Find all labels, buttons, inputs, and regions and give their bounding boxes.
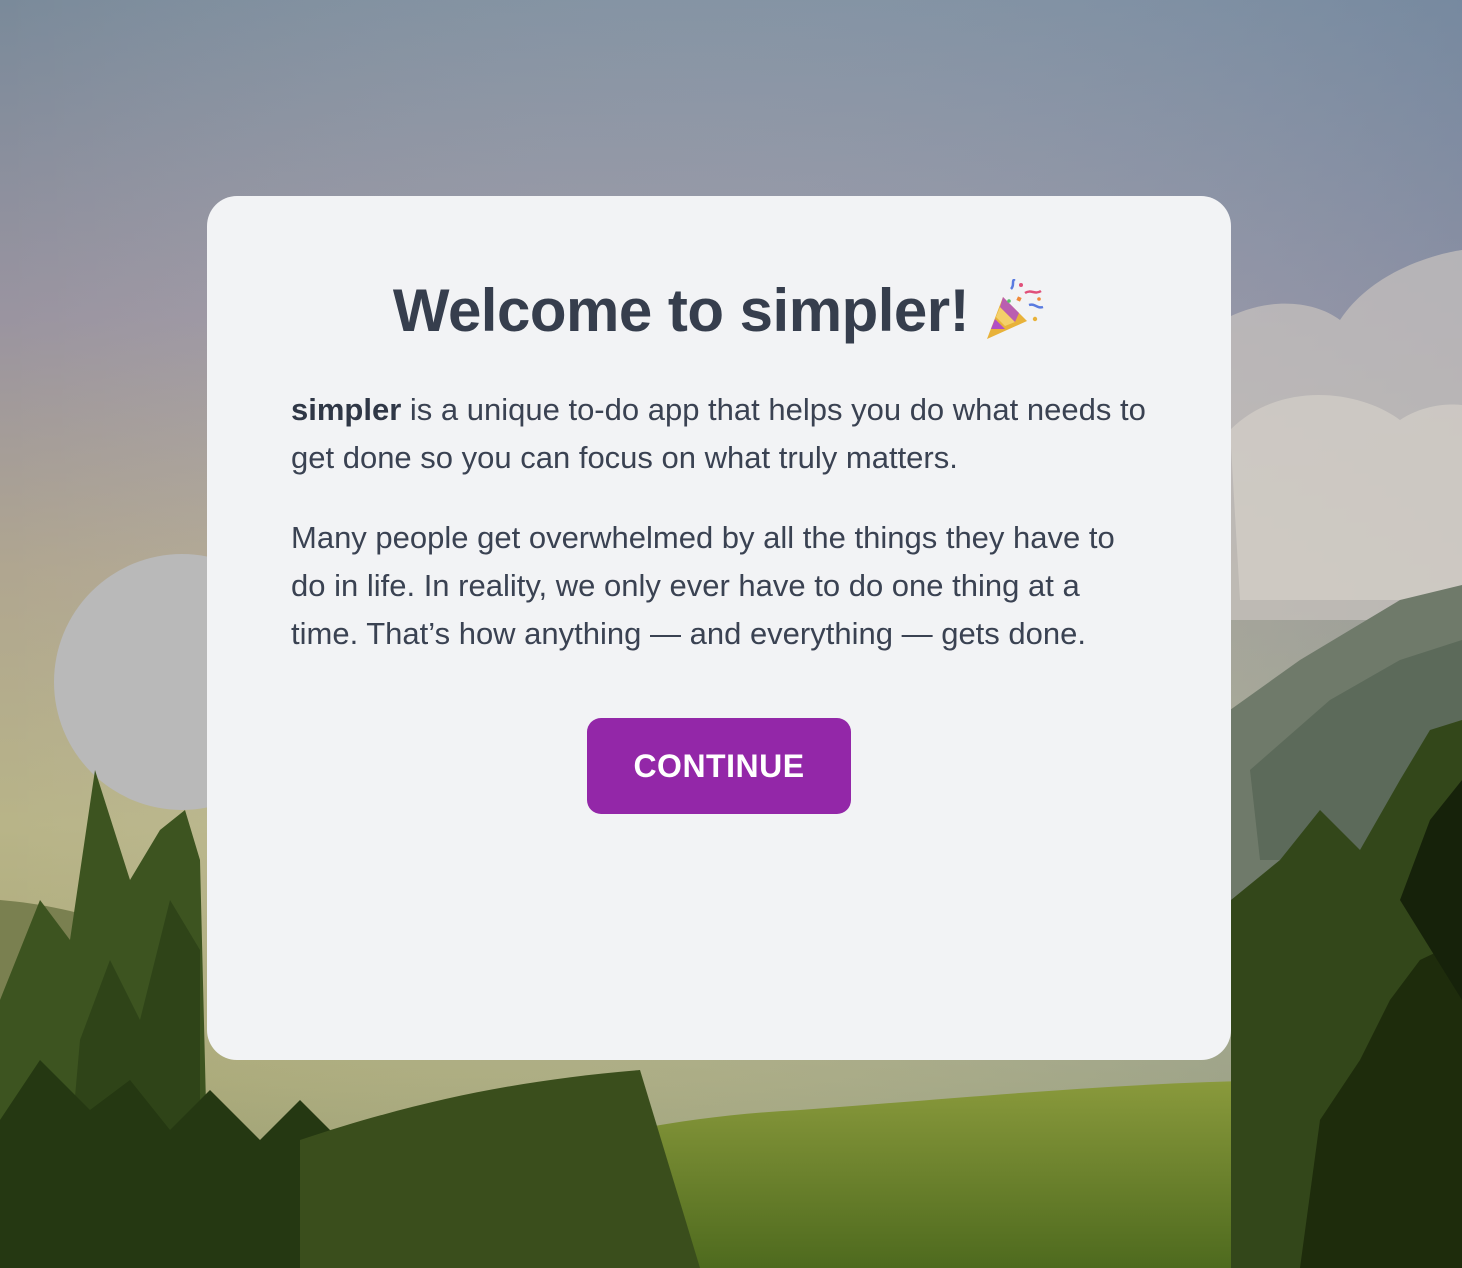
explanation-paragraph: Many people get overwhelmed by all the t…: [291, 520, 1115, 651]
dialog-title: Welcome to simpler!: [392, 277, 970, 344]
continue-button[interactable]: CONTINUE: [587, 718, 851, 814]
party-popper-icon: [981, 277, 1045, 343]
welcome-dialog: Welcome to simpler! simpler is a unique …: [207, 196, 1231, 1060]
brand-name: simpler: [291, 392, 402, 427]
intro-paragraph: simpler is a unique to-do app that helps…: [291, 386, 1147, 482]
button-row: CONTINUE: [291, 718, 1147, 814]
title-row: Welcome to simpler!: [291, 276, 1147, 346]
intro-text: is a unique to-do app that helps you do …: [291, 392, 1146, 475]
